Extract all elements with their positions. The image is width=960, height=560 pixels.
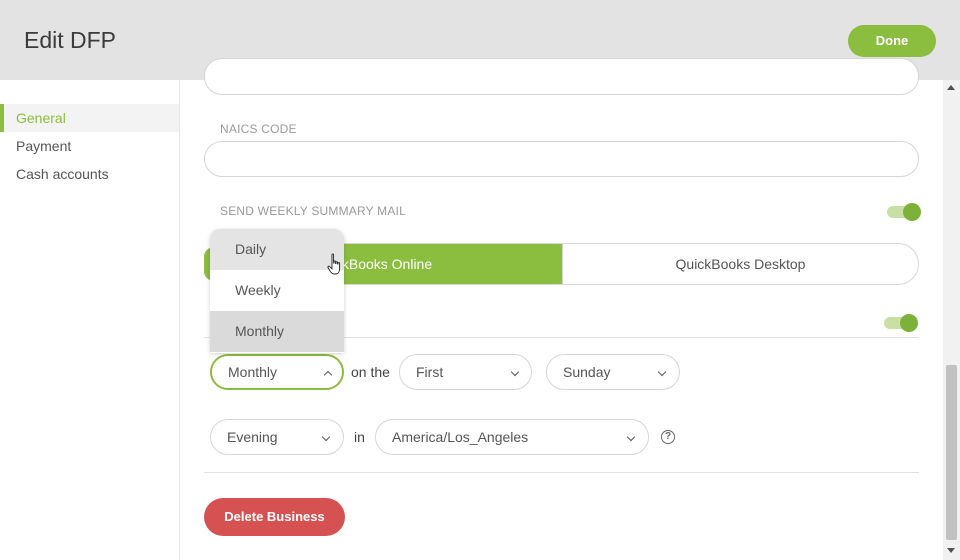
scroll-up-arrow-icon[interactable] — [947, 85, 955, 90]
ordinal-value: First — [416, 364, 444, 380]
help-icon[interactable]: ? — [661, 430, 675, 444]
weekday-select[interactable]: Sunday — [546, 354, 680, 390]
quickbooks-desktop-option[interactable]: QuickBooks Desktop — [562, 244, 918, 284]
chevron-up-icon — [323, 370, 333, 380]
done-button[interactable]: Done — [848, 25, 936, 57]
chevron-down-icon — [657, 367, 667, 377]
naics-code-input[interactable] — [204, 141, 919, 177]
naics-code-label: NAICS CODE — [220, 122, 297, 136]
summary-option-toggle[interactable] — [884, 314, 918, 332]
sidebar-item-payment[interactable]: Payment — [0, 132, 179, 160]
weekly-summary-mail-label: SEND WEEKLY SUMMARY MAIL — [220, 204, 406, 218]
delete-business-button[interactable]: Delete Business — [204, 498, 345, 536]
sidebar: General Payment Cash accounts — [0, 80, 180, 560]
time-of-day-select[interactable]: Evening — [210, 419, 344, 455]
on-the-text: on the — [351, 364, 390, 380]
time-of-day-value: Evening — [227, 429, 278, 445]
frequency-select[interactable]: Monthly — [210, 354, 344, 390]
ordinal-select[interactable]: First — [399, 354, 532, 390]
hand-cursor-icon — [327, 253, 341, 275]
chevron-down-icon — [510, 367, 520, 377]
chevron-down-icon — [626, 432, 636, 442]
chevron-down-icon — [321, 432, 331, 442]
timezone-select[interactable]: America/Los_Angeles — [375, 419, 649, 455]
dropdown-option-monthly[interactable]: Monthly — [210, 311, 344, 352]
dropdown-option-daily[interactable]: Daily — [210, 229, 344, 270]
timezone-value: America/Los_Angeles — [392, 429, 529, 445]
weekly-summary-mail-toggle[interactable] — [887, 203, 921, 221]
frequency-dropdown-menu: Daily Weekly Monthly — [210, 229, 344, 353]
weekday-value: Sunday — [563, 364, 611, 380]
scroll-down-arrow-icon[interactable] — [947, 548, 955, 553]
scrollbar-thumb[interactable] — [946, 365, 957, 540]
section-divider — [204, 472, 919, 473]
in-text: in — [354, 429, 365, 445]
previous-field-input[interactable] — [204, 58, 919, 95]
frequency-value: Monthly — [228, 364, 278, 380]
page-title: Edit DFP — [24, 27, 117, 53]
sidebar-item-cash-accounts[interactable]: Cash accounts — [0, 160, 179, 188]
toggle-knob — [900, 314, 918, 332]
dropdown-option-weekly[interactable]: Weekly — [210, 270, 344, 311]
sidebar-item-general[interactable]: General — [0, 104, 179, 132]
toggle-knob — [903, 203, 921, 221]
